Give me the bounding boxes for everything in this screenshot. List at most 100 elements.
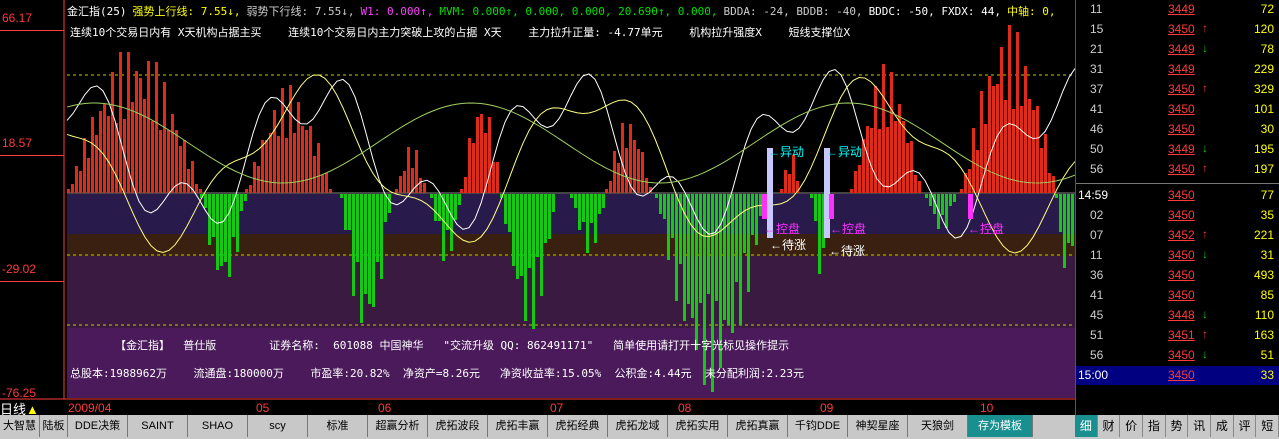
histogram-bar-up	[147, 61, 150, 193]
tick-time: 15	[1090, 22, 1104, 36]
side-tab[interactable]: 短	[1256, 415, 1279, 437]
histogram-bar-down	[450, 194, 453, 251]
histogram-bar-up	[480, 114, 483, 193]
template-tab[interactable]: 千钧DDE	[788, 415, 848, 437]
down-arrow-icon: ↓	[1202, 307, 1208, 321]
tick-price: 3451	[1168, 328, 1195, 342]
tick-row[interactable]: 07 3452 ↑ 221	[1076, 226, 1279, 245]
tick-row[interactable]: 15:00 3450 33	[1076, 366, 1279, 385]
template-tab[interactable]: 神契星座	[848, 415, 908, 437]
template-tab[interactable]: 虎拓波段	[428, 415, 488, 437]
tick-time: 11	[1090, 248, 1103, 262]
histogram-bar-down	[941, 194, 944, 215]
tick-price: 3450	[1168, 122, 1195, 136]
histogram-bar-up	[472, 143, 475, 193]
side-tab[interactable]: 指	[1143, 415, 1166, 437]
tick-volume: 101	[1253, 102, 1274, 116]
tick-price: 3450	[1168, 208, 1195, 222]
histogram-bar-up	[79, 171, 82, 193]
template-tab[interactable]: 超赢分析	[368, 415, 428, 437]
side-tab[interactable]: 评	[1234, 415, 1257, 437]
tick-row[interactable]: 45 3448 ↓ 110	[1076, 306, 1279, 325]
histogram-bar-down	[504, 194, 507, 224]
histogram-bar-down	[598, 194, 601, 214]
tick-row[interactable]: 36 3450 493	[1076, 266, 1279, 285]
tick-time: 51	[1090, 328, 1104, 342]
histogram-bar-down	[1067, 194, 1070, 243]
tick-row[interactable]: 50 3449 ↓ 195	[1076, 140, 1279, 159]
y-label-underline	[0, 30, 64, 31]
side-tab[interactable]: 势	[1166, 415, 1189, 437]
template-tab[interactable]: scy	[248, 415, 308, 437]
histogram-bar-up	[419, 178, 422, 193]
template-tab[interactable]: 虎拓真赢	[728, 415, 788, 437]
tick-price: 3452	[1168, 228, 1195, 242]
histogram-bar-up	[984, 124, 987, 193]
histogram-bar-down	[586, 194, 589, 253]
template-tab[interactable]: 虎拓龙域	[608, 415, 668, 437]
tick-row[interactable]: 56 3450 ↓ 51	[1076, 346, 1279, 365]
template-tab[interactable]: 天狼剑	[908, 415, 968, 437]
up-arrow-icon: ↑	[1202, 161, 1208, 175]
histogram-bar-down	[687, 194, 690, 304]
tick-row[interactable]: 21 3449 ↓ 78	[1076, 40, 1279, 59]
side-tab[interactable]: 细	[1075, 415, 1098, 437]
tick-row[interactable]: 02 3450 35	[1076, 206, 1279, 225]
template-tab[interactable]: SAINT	[128, 415, 188, 437]
histogram-bar-down	[512, 194, 515, 266]
histogram-bar-up	[870, 128, 873, 193]
histogram-bar-up	[633, 140, 636, 193]
histogram-bar-up	[910, 141, 913, 193]
histogram-bar-up	[1024, 66, 1027, 193]
histogram-bar-down	[352, 194, 355, 296]
side-tab[interactable]: 成	[1211, 415, 1234, 437]
template-tab[interactable]: SHAO	[188, 415, 248, 437]
tick-volume: 120	[1253, 22, 1274, 36]
template-tab[interactable]: 标准	[308, 415, 368, 437]
tick-row[interactable]: 46 3450 30	[1076, 120, 1279, 139]
tick-row[interactable]: 11 3449 72	[1076, 0, 1279, 19]
histogram-bar-up	[902, 121, 905, 193]
tick-row[interactable]: 41 3450 85	[1076, 286, 1279, 305]
signal-text: 主力拉升正量: -4.77单元	[528, 26, 663, 39]
histogram-bar-up	[107, 116, 110, 193]
histogram-bar-down	[707, 194, 710, 294]
tick-row[interactable]: 41 3450 101	[1076, 100, 1279, 119]
tick-row[interactable]: 31 3449 229	[1076, 60, 1279, 79]
tick-price: 3450	[1168, 248, 1195, 262]
histogram-bar-up	[159, 130, 162, 193]
tick-row[interactable]: 51 3451 ↑ 163	[1076, 326, 1279, 345]
histogram-bar-down	[810, 194, 813, 198]
template-tab[interactable]: 存为模板	[968, 415, 1033, 437]
x-label: 10	[980, 401, 994, 415]
template-tab[interactable]: 陆板	[40, 415, 68, 437]
histogram-bar-up	[199, 189, 202, 193]
side-tab[interactable]: 价	[1120, 415, 1144, 437]
tick-row[interactable]: 11 3450 ↓ 31	[1076, 246, 1279, 265]
histogram-bar-up	[492, 162, 495, 193]
histogram-bar-up	[423, 183, 426, 193]
template-tab[interactable]: DDE决策	[68, 415, 128, 437]
down-arrow-icon: ↓	[1202, 41, 1208, 55]
histogram-bar-up	[83, 138, 86, 193]
tick-row[interactable]: 15 3450 ↑ 120	[1076, 20, 1279, 39]
signal-summary-row: 连续10个交易日内有 X天机构占据主买 连续10个交易日内主力突破上攻的占据 X…	[70, 24, 870, 40]
template-tab[interactable]: 虎拓经典	[548, 415, 608, 437]
x-label: 05	[256, 401, 270, 415]
tick-time: 56	[1090, 348, 1104, 362]
stock-fundamentals-line: 总股本:1988962万 流通盘:180000万 市盈率:20.82% 净资产=…	[70, 367, 804, 380]
histogram-bar-down	[578, 194, 581, 230]
tick-row[interactable]: 56 3450 ↑ 197	[1076, 160, 1279, 179]
tick-row[interactable]: 14:59 3450 77	[1076, 186, 1279, 205]
side-tab[interactable]: 财	[1098, 415, 1121, 437]
tick-row[interactable]: 37 3450 ↑ 329	[1076, 80, 1279, 99]
template-tab[interactable]: 虎拓实用	[668, 415, 728, 437]
histogram-bar-up	[1000, 47, 1003, 193]
side-tab[interactable]: 讯	[1188, 415, 1212, 437]
x-label: 06	[378, 401, 392, 415]
template-tab[interactable]: 大智慧	[0, 415, 40, 437]
histogram-bar-down	[372, 194, 375, 307]
daizhang-label: ←待涨	[770, 238, 807, 252]
histogram-bar-up	[75, 166, 78, 193]
template-tab[interactable]: 虎拓丰赢	[488, 415, 548, 437]
